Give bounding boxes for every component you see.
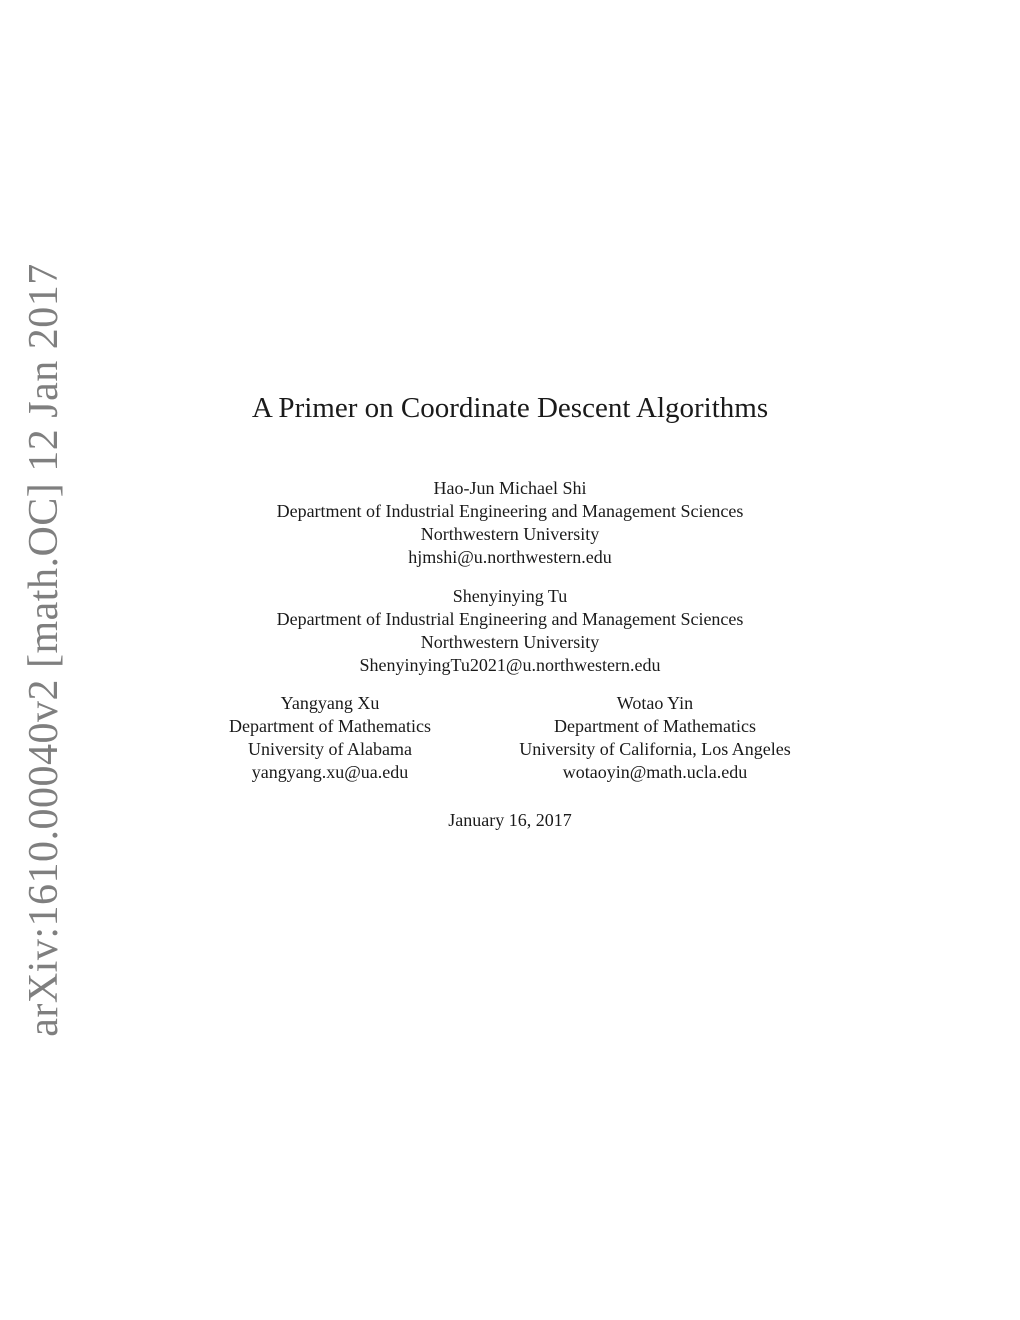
author-name: Hao-Jun Michael Shi bbox=[433, 478, 587, 498]
author-name: Shenyinying Tu bbox=[452, 586, 568, 606]
author-email: wotaoyin@math.ucla.edu bbox=[562, 762, 748, 782]
author-department: Department of Mathematics bbox=[229, 716, 431, 736]
author-name: Yangyang Xu bbox=[280, 693, 380, 713]
author-department: Department of Industrial Engineering and… bbox=[276, 501, 744, 521]
author-institution: Northwestern University bbox=[420, 632, 600, 652]
author-block: Hao-Jun Michael Shi Department of Indust… bbox=[0, 477, 1020, 569]
author-department: Department of Industrial Engineering and… bbox=[276, 609, 744, 629]
author-block: Wotao Yin Department of Mathematics Univ… bbox=[485, 692, 825, 784]
author-block: Shenyinying Tu Department of Industrial … bbox=[0, 585, 1020, 677]
author-institution: Northwestern University bbox=[420, 524, 600, 544]
author-institution: University of California, Los Angeles bbox=[519, 739, 791, 759]
author-block: Yangyang Xu Department of Mathematics Un… bbox=[190, 692, 470, 784]
paper-date: January 16, 2017 bbox=[448, 810, 572, 830]
author-name: Wotao Yin bbox=[616, 693, 694, 713]
paper-title: A Primer on Coordinate Descent Algorithm… bbox=[251, 392, 769, 424]
author-email: hjmshi@u.northwestern.edu bbox=[408, 547, 612, 567]
author-institution: University of Alabama bbox=[248, 739, 412, 759]
author-department: Department of Mathematics bbox=[554, 716, 756, 736]
author-email: ShenyinyingTu2021@u.northwestern.edu bbox=[359, 655, 661, 675]
author-email: yangyang.xu@ua.edu bbox=[251, 762, 409, 782]
